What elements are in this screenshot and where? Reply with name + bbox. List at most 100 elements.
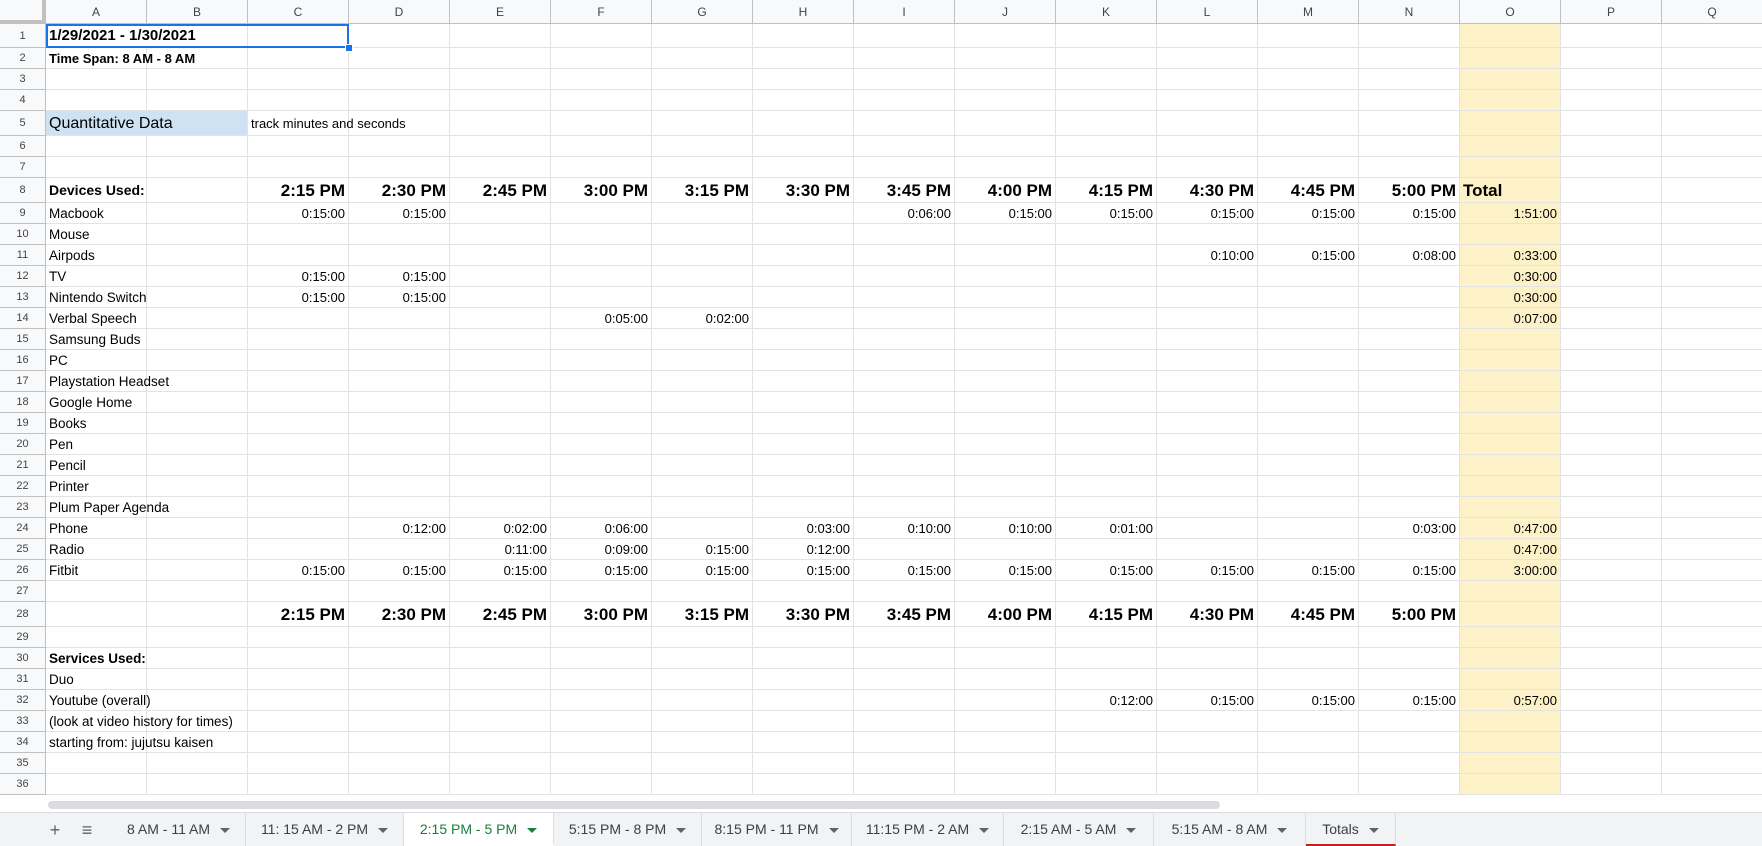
cell[interactable] bbox=[147, 308, 248, 329]
cell[interactable] bbox=[1258, 497, 1359, 518]
cell[interactable] bbox=[1460, 48, 1561, 69]
duration-cell[interactable]: 0:02:00 bbox=[450, 518, 551, 539]
cell[interactable] bbox=[753, 455, 854, 476]
cell[interactable] bbox=[1561, 539, 1662, 560]
cell[interactable] bbox=[1662, 266, 1762, 287]
cell[interactable] bbox=[248, 308, 349, 329]
row-header-35[interactable]: 35 bbox=[0, 753, 46, 774]
cell[interactable] bbox=[450, 371, 551, 392]
cell[interactable] bbox=[1258, 287, 1359, 308]
total-cell[interactable]: 3:00:00 bbox=[1460, 560, 1561, 581]
row-header-2[interactable]: 2 bbox=[0, 48, 46, 69]
cell[interactable] bbox=[955, 245, 1056, 266]
cell[interactable] bbox=[1460, 711, 1561, 732]
cell[interactable] bbox=[652, 157, 753, 178]
cell[interactable] bbox=[1561, 111, 1662, 136]
cell[interactable] bbox=[147, 266, 248, 287]
cell[interactable] bbox=[46, 774, 147, 795]
cell[interactable] bbox=[652, 690, 753, 711]
cell[interactable] bbox=[753, 90, 854, 111]
row-header-5[interactable]: 5 bbox=[0, 111, 46, 136]
cell[interactable] bbox=[955, 669, 1056, 690]
row-header-1[interactable]: 1 bbox=[0, 24, 46, 48]
cell[interactable] bbox=[1662, 753, 1762, 774]
quant-note[interactable]: track minutes and seconds bbox=[248, 111, 406, 136]
cell[interactable] bbox=[753, 329, 854, 350]
cell[interactable] bbox=[349, 48, 450, 69]
row-label[interactable]: Printer bbox=[46, 476, 147, 497]
duration-cell[interactable]: 0:15:00 bbox=[753, 560, 854, 581]
cell[interactable] bbox=[1561, 24, 1662, 48]
column-header-c[interactable]: C bbox=[248, 0, 349, 24]
date-range-cell[interactable]: 1/29/2021 - 1/30/2021 bbox=[46, 24, 349, 48]
cell[interactable] bbox=[854, 266, 955, 287]
cell[interactable] bbox=[1258, 157, 1359, 178]
cell[interactable] bbox=[652, 753, 753, 774]
cell[interactable] bbox=[147, 434, 248, 455]
cell[interactable] bbox=[1157, 350, 1258, 371]
cell[interactable] bbox=[1157, 111, 1258, 136]
column-header-h[interactable]: H bbox=[753, 0, 854, 24]
cell[interactable] bbox=[349, 497, 450, 518]
cell[interactable] bbox=[1460, 329, 1561, 350]
total-cell[interactable]: 0:30:00 bbox=[1460, 287, 1561, 308]
cell[interactable] bbox=[147, 69, 248, 90]
row-label[interactable]: Youtube (overall) bbox=[46, 690, 151, 711]
row-header-14[interactable]: 14 bbox=[0, 308, 46, 329]
cell[interactable] bbox=[955, 350, 1056, 371]
cell[interactable] bbox=[450, 413, 551, 434]
cell[interactable] bbox=[349, 732, 450, 753]
cell[interactable] bbox=[551, 581, 652, 602]
row-label[interactable]: Pencil bbox=[46, 455, 147, 476]
cell[interactable] bbox=[1359, 434, 1460, 455]
cell[interactable] bbox=[1561, 136, 1662, 157]
cell[interactable] bbox=[1561, 203, 1662, 224]
cell[interactable] bbox=[248, 711, 349, 732]
duration-cell[interactable]: 0:09:00 bbox=[551, 539, 652, 560]
cell[interactable] bbox=[450, 287, 551, 308]
cell[interactable] bbox=[1460, 392, 1561, 413]
cell[interactable] bbox=[248, 371, 349, 392]
cell[interactable] bbox=[1258, 136, 1359, 157]
column-header-i[interactable]: I bbox=[854, 0, 955, 24]
row-header-26[interactable]: 26 bbox=[0, 560, 46, 581]
cell[interactable] bbox=[854, 245, 955, 266]
row-header-11[interactable]: 11 bbox=[0, 245, 46, 266]
cell[interactable] bbox=[1662, 24, 1762, 48]
cell[interactable] bbox=[854, 69, 955, 90]
column-header-j[interactable]: J bbox=[955, 0, 1056, 24]
chevron-down-icon[interactable] bbox=[676, 827, 687, 833]
cell[interactable] bbox=[1359, 350, 1460, 371]
cell[interactable] bbox=[1662, 627, 1762, 648]
cell[interactable] bbox=[248, 329, 349, 350]
duration-cell[interactable]: 0:11:00 bbox=[450, 539, 551, 560]
duration-cell[interactable]: 0:12:00 bbox=[1056, 690, 1157, 711]
cell[interactable] bbox=[1157, 392, 1258, 413]
column-header-a[interactable]: A bbox=[46, 0, 147, 24]
cell[interactable] bbox=[1460, 732, 1561, 753]
cell[interactable] bbox=[450, 627, 551, 648]
cell[interactable] bbox=[753, 371, 854, 392]
time-header[interactable]: 2:15 PM bbox=[248, 178, 349, 203]
sheet-tab-1[interactable]: 8 AM - 11 AM bbox=[112, 813, 246, 846]
cell[interactable] bbox=[147, 627, 248, 648]
cell[interactable] bbox=[753, 24, 854, 48]
time-header[interactable]: 4:45 PM bbox=[1258, 178, 1359, 203]
duration-cell[interactable]: 0:15:00 bbox=[1359, 203, 1460, 224]
cell[interactable] bbox=[1460, 753, 1561, 774]
duration-cell[interactable]: 0:15:00 bbox=[854, 560, 955, 581]
time-header[interactable]: 4:30 PM bbox=[1157, 602, 1258, 627]
cell[interactable] bbox=[753, 308, 854, 329]
cell[interactable] bbox=[854, 136, 955, 157]
cell[interactable] bbox=[1157, 69, 1258, 90]
cell[interactable] bbox=[1258, 581, 1359, 602]
cell[interactable] bbox=[1561, 648, 1662, 669]
cell[interactable] bbox=[652, 69, 753, 90]
cell[interactable] bbox=[349, 245, 450, 266]
cell[interactable] bbox=[1056, 455, 1157, 476]
time-header[interactable]: 2:30 PM bbox=[349, 602, 450, 627]
cell[interactable] bbox=[753, 774, 854, 795]
cell[interactable] bbox=[652, 392, 753, 413]
cell[interactable] bbox=[551, 413, 652, 434]
row-header-10[interactable]: 10 bbox=[0, 224, 46, 245]
